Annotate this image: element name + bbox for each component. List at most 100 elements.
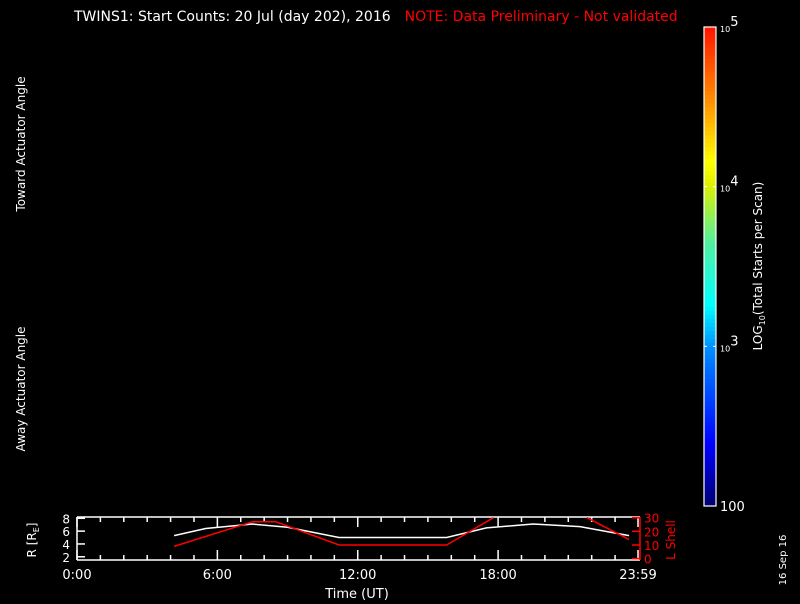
colorbar-segment (704, 210, 716, 216)
colorbar-segment (704, 454, 716, 459)
colorbar-segment (704, 446, 716, 451)
colorbar-segment (704, 318, 716, 323)
colorbar-segment (704, 234, 716, 240)
colorbar-segment (704, 294, 716, 299)
colorbar-segment (704, 46, 716, 52)
colorbar-segment (704, 202, 716, 208)
l-tick-label: 20 (644, 525, 659, 539)
colorbar-segment (704, 430, 716, 435)
x-tick-label: 23:59 (619, 568, 656, 583)
colorbar-segment (704, 42, 716, 48)
colorbar-segment (704, 366, 716, 371)
colorbar-segment (704, 98, 716, 104)
colorbar-segment (704, 70, 716, 76)
colorbar-segment (704, 398, 716, 403)
colorbar-segment (704, 498, 716, 503)
chart-title-main: TWINS1: Start Counts: 20 Jul (day 202), … (73, 9, 391, 25)
colorbar-segment (704, 146, 716, 152)
colorbar-segment (704, 334, 716, 339)
colorbar-segment (704, 90, 716, 96)
colorbar-label-sub: 10 (758, 315, 767, 325)
colorbar-segment (704, 490, 716, 495)
colorbar-segment (704, 27, 716, 32)
colorbar-segment (704, 330, 716, 335)
x-tick-label: 6:00 (203, 568, 232, 583)
colorbar-segment (704, 386, 716, 391)
colorbar-segment (704, 94, 716, 100)
colorbar-segment (704, 258, 716, 264)
colorbar-segment (704, 314, 716, 319)
colorbar-segment (704, 438, 716, 443)
colorbar-segment (704, 58, 716, 64)
x-axis-label: Time (UT) (324, 587, 389, 600)
colorbar-label-main: LOG (751, 325, 765, 350)
colorbar-segment (704, 230, 716, 236)
colorbar-segment (704, 190, 716, 196)
colorbar-segment (704, 458, 716, 463)
colorbar-segment (704, 402, 716, 407)
colorbar-segment (704, 30, 716, 36)
twins-start-counts-chart: TWINS1: Start Counts: 20 Jul (day 202), … (0, 0, 800, 602)
colorbar-segment (704, 154, 716, 160)
colorbar-segment (704, 178, 716, 184)
colorbar-segment (704, 254, 716, 260)
colorbar-segment (704, 262, 716, 267)
colorbar-segment (704, 122, 716, 128)
colorbar-tick-label: 100 (720, 500, 745, 515)
colorbar-segment (704, 130, 716, 136)
chart-title: TWINS1: Start Counts: 20 Jul (day 202), … (73, 9, 678, 25)
colorbar-segment (704, 486, 716, 491)
colorbar-segment (704, 138, 716, 144)
colorbar-segment (704, 214, 716, 220)
colorbar-segment (704, 222, 716, 228)
colorbar-segment (704, 266, 716, 271)
colorbar-segment (704, 198, 716, 204)
colorbar-segment (704, 466, 716, 471)
l-tick-label: 30 (644, 512, 659, 526)
r-tick-label: 4 (62, 538, 70, 552)
colorbar-segment (704, 382, 716, 387)
colorbar-segment (704, 82, 716, 88)
colorbar-segment (704, 406, 716, 411)
colorbar-segment (704, 250, 716, 256)
colorbar-segment (704, 354, 716, 359)
colorbar-segment (704, 378, 716, 383)
colorbar-segment (704, 326, 716, 331)
panel-toward-ylabel: Toward Actuator Angle (14, 76, 28, 212)
colorbar-segment (704, 206, 716, 212)
colorbar-segment (704, 374, 716, 379)
colorbar-segment (704, 290, 716, 295)
colorbar-segment (704, 414, 716, 419)
colorbar-segment (704, 194, 716, 200)
colorbar-segment (704, 50, 716, 56)
colorbar-segment (704, 338, 716, 343)
colorbar-segment (704, 390, 716, 395)
colorbar-segment (704, 114, 716, 120)
colorbar-segment (704, 478, 716, 483)
colorbar-segment (704, 238, 716, 244)
colorbar-segment (704, 470, 716, 475)
colorbar-segment (704, 482, 716, 487)
colorbar-segment (704, 270, 716, 275)
r-tick-label: 6 (62, 525, 70, 539)
colorbar-segment (704, 350, 716, 355)
l-tick-label: 0 (644, 553, 652, 567)
colorbar-segment (704, 142, 716, 148)
ephemeris-left-ylabel-main: R [R (25, 532, 39, 557)
colorbar-segment (704, 78, 716, 84)
colorbar-segment (704, 494, 716, 499)
colorbar-segment (704, 126, 716, 132)
colorbar-segment (704, 442, 716, 447)
colorbar-segment (704, 170, 716, 176)
r-tick-label: 2 (62, 551, 70, 565)
colorbar-segment (704, 74, 716, 80)
colorbar-segment (704, 54, 716, 60)
colorbar-segment (704, 110, 716, 116)
colorbar-segment (704, 418, 716, 423)
colorbar-segment (704, 274, 716, 279)
colorbar-segment (704, 242, 716, 248)
l-tick-label: 10 (644, 539, 659, 553)
x-tick-label: 0:00 (62, 568, 91, 583)
colorbar-segment (704, 310, 716, 315)
colorbar-segment (704, 370, 716, 375)
